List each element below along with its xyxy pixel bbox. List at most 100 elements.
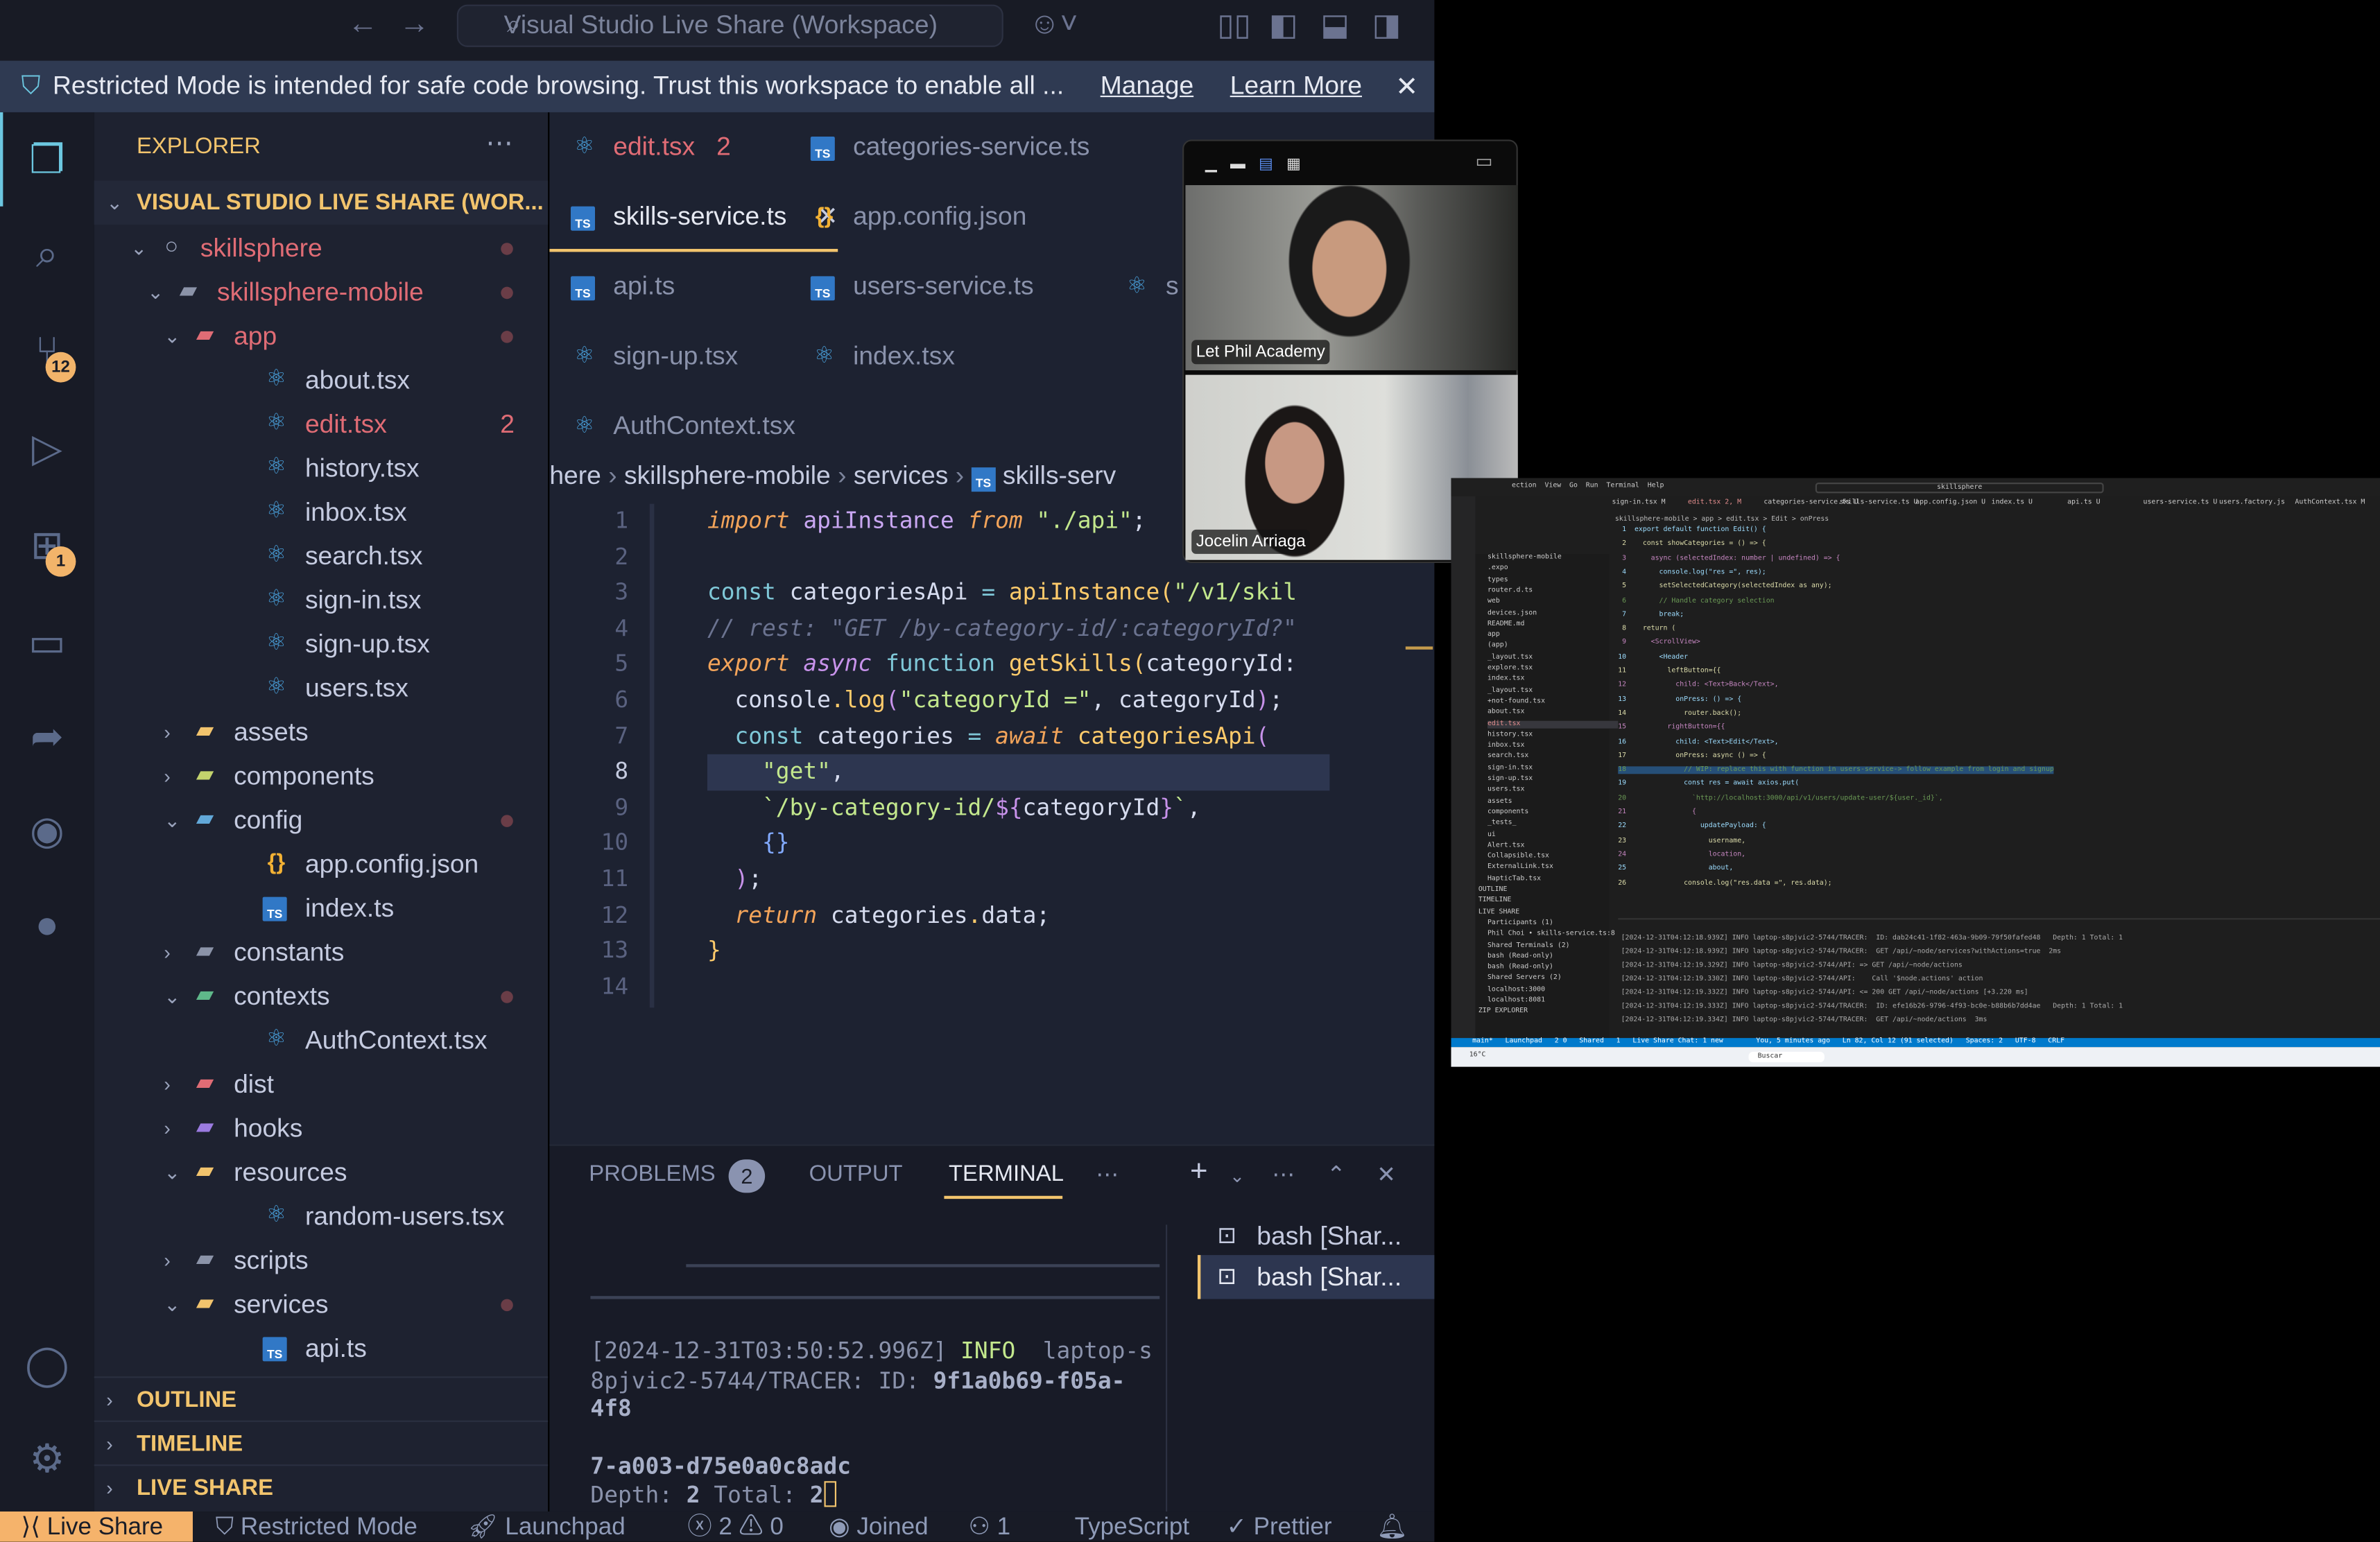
editor-tab[interactable]: ⚛ index.tsx — [789, 322, 1093, 392]
terminal-divider — [686, 1264, 1160, 1267]
breadcrumb-item[interactable]: here — [549, 461, 601, 490]
joined-status[interactable]: ◉ Joined — [829, 1511, 929, 1542]
restricted-mode-status[interactable]: ⛉ Restricted Mode — [216, 1511, 417, 1542]
tab-problems[interactable]: PROBLEMS — [589, 1161, 715, 1186]
github-icon[interactable]: ● — [21, 899, 73, 950]
json-file-icon: {} — [267, 849, 286, 876]
remote-tree-item: HapticTab.tsx — [1488, 875, 1542, 883]
launchpad-label: Launchpad — [505, 1514, 626, 1541]
problems-status[interactable]: ⓧ 2 ⚠ 0 — [688, 1511, 784, 1542]
tree-item[interactable]: ⚛ sign-up.tsx — [94, 622, 548, 666]
gear-icon[interactable]: ⚙ — [21, 1432, 73, 1484]
manage-link[interactable]: Manage — [1101, 71, 1193, 102]
launchpad-status[interactable]: 🚀︎ Launchpad — [467, 1511, 626, 1542]
code-token: categoriesApi — [789, 578, 982, 606]
code-token: `/by-category-id/ — [707, 793, 996, 821]
remote-code-line: 15 rightButton={{ — [1618, 724, 1725, 732]
section-live-share[interactable]: › LIVE SHARE — [94, 1464, 549, 1508]
remote-tree-item: search.tsx — [1488, 753, 1529, 761]
more-actions-icon[interactable]: ⋯ — [485, 128, 512, 159]
customize-layout-icon[interactable]: ▯▯ — [1217, 6, 1250, 44]
tree-item[interactable]: ⚛ edit.tsx 2 — [94, 402, 548, 446]
new-terminal-icon[interactable]: + — [1190, 1155, 1208, 1190]
code-line: const categories = await categoriesApi( — [707, 722, 1269, 749]
tree-item[interactable]: ⚛ AuthContext.tsx — [94, 1019, 548, 1062]
tree-item[interactable]: TS index.ts — [94, 886, 548, 930]
code-token: "get" — [707, 757, 831, 786]
chevron-right-icon: › — [164, 720, 171, 744]
account-icon[interactable]: ◯ — [21, 1339, 73, 1390]
chevron-down-icon[interactable]: ⌄ — [1230, 1166, 1245, 1187]
explorer-files-icon[interactable]: ❐ — [21, 134, 73, 185]
participants-status[interactable]: ⚇ 1 — [968, 1511, 1010, 1542]
minimize-window-icon[interactable]: ▭ — [1475, 150, 1492, 172]
more-actions-icon[interactable]: ⋯ — [1272, 1161, 1295, 1188]
remote-tree-item: _tests_ — [1488, 820, 1517, 828]
editor-tab[interactable]: TS categories-service.ts — [789, 112, 1093, 182]
section-timeline[interactable]: › TIMELINE — [94, 1420, 549, 1464]
breadcrumb-item[interactable]: skills-serv — [1003, 461, 1116, 490]
explorer-sidebar: EXPLORER ⋯ ⌄ VISUAL STUDIO LIVE SHARE (W… — [94, 112, 549, 1512]
view-mode-icons[interactable]: ▁ ▬ ▤ ▦ — [1205, 156, 1305, 173]
tree-item[interactable]: ⚛ about.tsx — [94, 358, 548, 402]
editor-tab[interactable]: TS users-service.ts — [789, 252, 1093, 322]
terminal-tab[interactable]: ⊡ bash [Shar... — [1199, 1215, 1434, 1258]
tree-item[interactable]: ⌄ ▰ app — [94, 314, 548, 358]
tree-item[interactable]: ⚛ history.tsx — [94, 447, 548, 490]
toggle-secondary-sidebar-icon[interactable]: ◨ — [1372, 6, 1401, 44]
gitlens-icon[interactable]: ◉ — [21, 804, 73, 856]
section-outline[interactable]: › OUTLINE — [94, 1376, 549, 1420]
tree-item[interactable]: › ▰ scripts — [94, 1238, 548, 1282]
tree-item[interactable]: ⚛ inbox.tsx — [94, 490, 548, 534]
editor-tab[interactable]: ⚛ AuthContext.tsx — [549, 392, 838, 462]
tree-item[interactable]: ⚛ users.tsx — [94, 666, 548, 710]
maximize-panel-icon[interactable]: ⌃ — [1327, 1161, 1346, 1188]
editor-tab[interactable]: {} app.config.json — [789, 182, 1093, 252]
toggle-panel-icon[interactable]: ⬓ — [1320, 6, 1349, 44]
tree-item[interactable]: › ▰ components — [94, 754, 548, 798]
live-share-status[interactable]: ⟩⟨ Live Share — [0, 1511, 193, 1542]
more-tabs-icon[interactable]: ⋯ — [1096, 1161, 1119, 1188]
tree-item[interactable]: {} app.config.json — [94, 842, 548, 886]
tree-item[interactable]: ⌄ ▰ config — [94, 798, 548, 842]
error-count: 2 — [718, 1514, 732, 1541]
tree-item[interactable]: ⌄ ▰ services — [94, 1283, 548, 1326]
run-debug-icon[interactable]: ▷ — [21, 422, 73, 473]
toggle-sidebar-icon[interactable]: ◧ — [1269, 6, 1297, 44]
terminal-tab-active[interactable]: ⊡ bash [Shar... — [1197, 1255, 1435, 1299]
tree-item[interactable]: ⌄ ▰ skillsphere-mobile — [94, 270, 548, 314]
close-panel-icon[interactable]: ✕ — [1377, 1161, 1396, 1188]
back-arrow-icon[interactable]: ← — [347, 8, 378, 42]
live-share-icon[interactable]: ➦ — [21, 710, 73, 761]
tab-output[interactable]: OUTPUT — [809, 1161, 903, 1186]
prettier-status[interactable]: ✓ Prettier — [1227, 1511, 1332, 1542]
tree-item[interactable]: ⚛ search.tsx — [94, 534, 548, 578]
search-label: Visual Studio Live Share (Workspace) — [503, 10, 938, 40]
tree-item[interactable]: TS api.ts — [94, 1326, 548, 1370]
modified-dot — [501, 1299, 513, 1312]
notifications-bell-icon[interactable]: 🔔︎ — [1377, 1511, 1407, 1542]
total-label: Total: — [700, 1481, 810, 1509]
tree-item[interactable]: ⌄ ▰ contexts — [94, 974, 548, 1018]
breadcrumb-item[interactable]: skillsphere-mobile — [624, 461, 831, 490]
learn-more-link[interactable]: Learn More — [1230, 71, 1362, 102]
language-mode[interactable]: TypeScript — [1075, 1511, 1189, 1542]
remote-explorer-icon[interactable]: ▭ — [21, 616, 73, 668]
tree-item[interactable]: ⌄ ○ skillsphere — [94, 226, 548, 270]
tab-terminal[interactable]: TERMINAL — [949, 1161, 1064, 1186]
tree-item[interactable]: › ▰ constants — [94, 930, 548, 974]
copilot-icon[interactable]: ☺˅ — [1029, 8, 1078, 42]
command-center-search[interactable]: ⌕ Visual Studio Live Share (Workspace) — [456, 4, 1003, 47]
tree-item[interactable]: ⌄ ▰ resources — [94, 1150, 548, 1194]
tree-item[interactable]: ⚛ random-users.tsx — [94, 1195, 548, 1238]
breadcrumb-item[interactable]: services — [854, 461, 948, 490]
workspace-root[interactable]: ⌄ VISUAL STUDIO LIVE SHARE (WOR... — [94, 180, 549, 225]
tree-item[interactable]: ⚛ sign-in.tsx — [94, 578, 548, 622]
tree-item[interactable]: › ▰ dist — [94, 1062, 548, 1106]
forward-arrow-icon[interactable]: → — [399, 8, 430, 42]
remote-tab: edit.tsx 2, M — [1687, 499, 1742, 508]
tree-item[interactable]: › ▰ assets — [94, 710, 548, 754]
close-icon[interactable]: ✕ — [1395, 71, 1418, 103]
search-icon[interactable]: ⌕ — [21, 227, 73, 279]
tree-item[interactable]: › ▰ hooks — [94, 1107, 548, 1150]
